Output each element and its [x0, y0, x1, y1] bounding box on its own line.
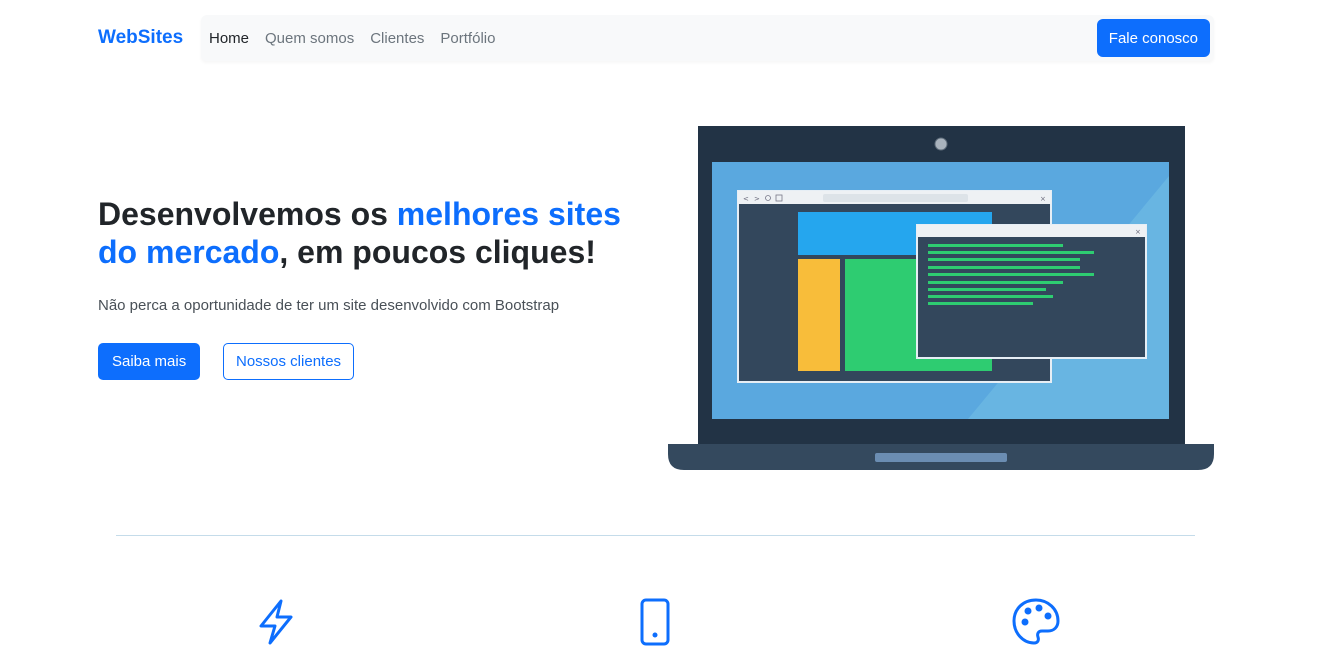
svg-text:×: × [1135, 228, 1141, 236]
phone-icon [640, 598, 670, 646]
hero-title: Desenvolvemos os melhores sites do merca… [98, 195, 658, 271]
palette-icon [1012, 598, 1060, 645]
nav-item-clientes[interactable]: Clientes [370, 30, 424, 47]
hero-subtitle: Não perca a oportunidade de ter um site … [98, 297, 560, 314]
contact-button[interactable]: Fale conosco [1096, 19, 1210, 57]
lightning-icon [259, 599, 293, 645]
svg-text:>: > [754, 195, 760, 203]
nav-links: Home Quem somos Clientes Portfólio [209, 15, 511, 61]
hero-title-part2: , em poucos cliques! [279, 234, 596, 270]
section-divider [116, 535, 1195, 536]
learn-more-button[interactable]: Saiba mais [98, 343, 201, 380]
navbar: Home Quem somos Clientes Portfólio Fale … [201, 15, 1214, 61]
nav-item-portfolio[interactable]: Portfólio [440, 30, 495, 47]
brand-logo[interactable]: WebSites [98, 27, 183, 49]
laptop-illustration: < > × × [668, 126, 1214, 470]
nav-item-home[interactable]: Home [209, 30, 249, 47]
svg-text:<: < [743, 195, 749, 203]
our-clients-button[interactable]: Nossos clientes [223, 343, 355, 380]
svg-text:×: × [1040, 195, 1046, 203]
nav-item-quem-somos[interactable]: Quem somos [265, 30, 354, 47]
hero-title-part1: Desenvolvemos os [98, 196, 397, 232]
